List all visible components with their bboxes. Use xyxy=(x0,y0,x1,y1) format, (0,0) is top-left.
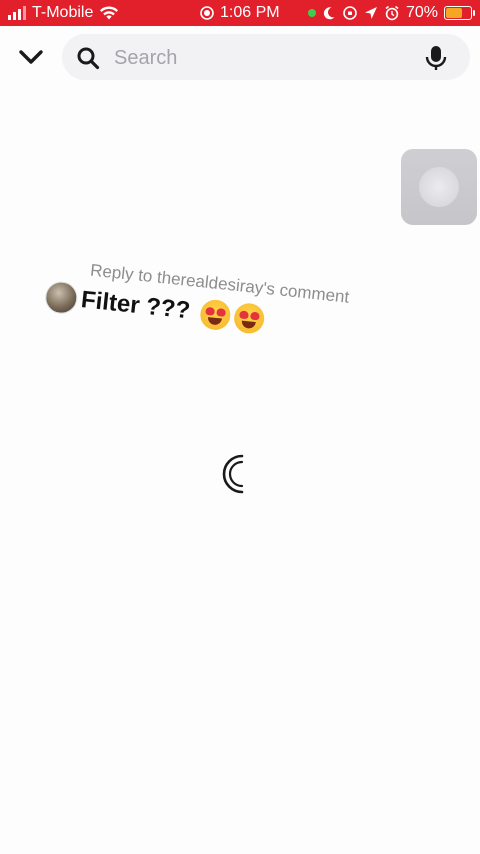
reply-comment-sticker[interactable]: Reply to therealdesiray's comment Filter… xyxy=(39,252,387,377)
comment-text: Filter ??? xyxy=(79,286,192,325)
moon-icon xyxy=(323,7,335,20)
search-bar[interactable] xyxy=(62,34,470,80)
status-bar: T-Mobile 1:06 PM 70% xyxy=(0,0,480,26)
carrier-label: T-Mobile xyxy=(32,4,94,21)
avatar xyxy=(43,280,79,316)
status-center: 1:06 PM xyxy=(200,4,280,22)
signal-icon xyxy=(8,6,26,20)
lens-thumbnail[interactable] xyxy=(401,149,477,225)
battery-icon xyxy=(444,6,475,20)
battery-percent: 70% xyxy=(405,4,438,21)
battery-fill xyxy=(446,8,463,18)
location-icon xyxy=(364,7,377,19)
search-input[interactable] xyxy=(112,43,416,73)
screen-record-icon xyxy=(200,6,214,20)
camera-in-use-dot xyxy=(307,9,316,17)
mic-icon[interactable] xyxy=(424,45,448,71)
heart-eyes-emoji xyxy=(232,301,266,335)
time-label: 1:06 PM xyxy=(220,4,280,21)
alarm-icon xyxy=(385,5,399,21)
search-icon xyxy=(77,47,100,70)
status-right: 70% xyxy=(307,4,475,22)
lens-preview-circle xyxy=(419,167,459,207)
status-left: T-Mobile xyxy=(8,4,119,22)
loading-spinner-icon xyxy=(222,454,244,494)
collapse-button[interactable] xyxy=(14,40,48,74)
wifi-icon xyxy=(100,6,119,20)
orientation-lock-icon xyxy=(343,6,357,20)
heart-eyes-emoji xyxy=(198,298,232,332)
chevron-down-icon xyxy=(19,50,43,64)
